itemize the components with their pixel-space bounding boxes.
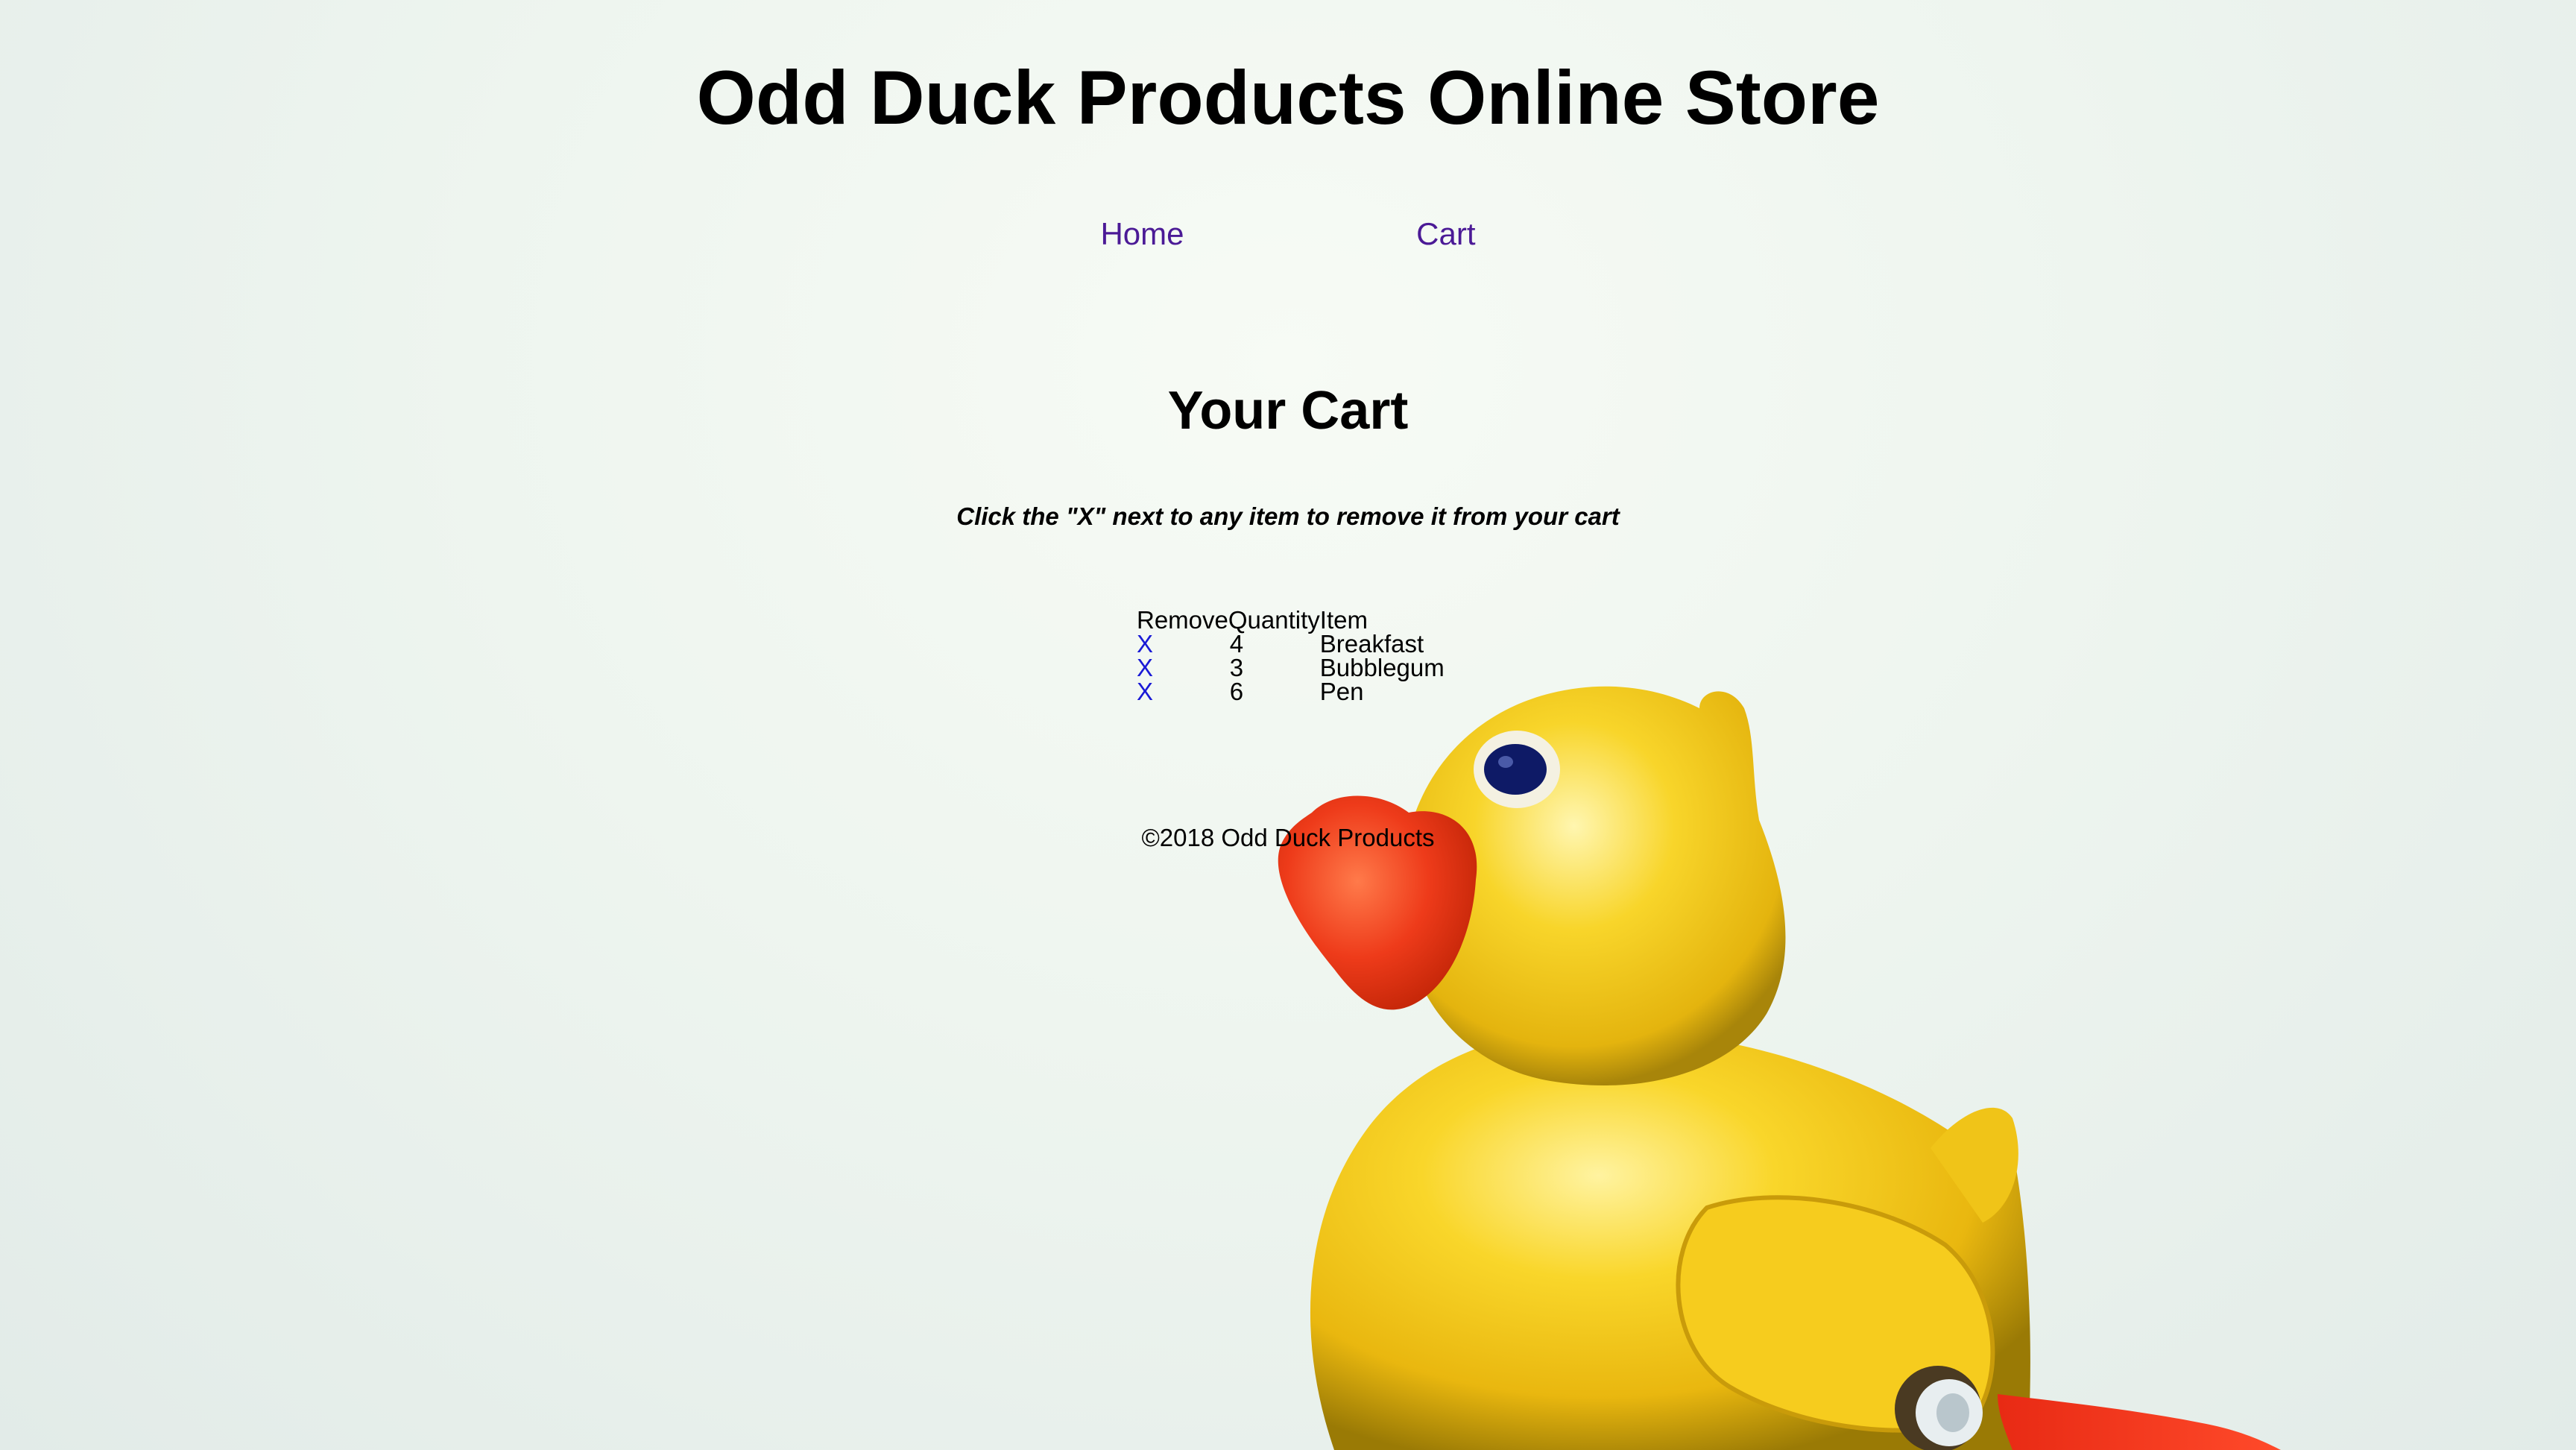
nav-cart-link[interactable]: Cart <box>1416 216 1475 252</box>
column-header-quantity: Quantity <box>1228 606 1320 634</box>
remove-item-button[interactable]: X <box>1137 678 1153 705</box>
table-row: X 4 Breakfast <box>1137 630 1447 658</box>
column-header-remove: Remove <box>1137 606 1228 634</box>
quantity-cell: 6 <box>1228 678 1320 705</box>
table-row: X 6 Pen <box>1137 678 1447 705</box>
item-cell: Breakfast <box>1319 630 1424 658</box>
page-frame: Odd Duck Products Online Store Home Cart… <box>0 0 2576 1450</box>
cart-table-header-row: Remove Quantity Item <box>1137 608 1447 632</box>
quantity-cell: 4 <box>1228 630 1320 658</box>
quantity-value: 4 <box>1229 630 1244 658</box>
nav-home-link[interactable]: Home <box>1100 216 1184 252</box>
column-header-item: Item <box>1319 606 1368 634</box>
cart-table: Remove Quantity Item X 4 Breakfast X 3 B… <box>1137 608 1447 704</box>
site-title: Odd Duck Products Online Store <box>696 55 1880 140</box>
cart-heading: Your Cart <box>1167 381 1409 441</box>
remove-cell: X <box>1137 678 1228 705</box>
quantity-value: 6 <box>1229 678 1244 705</box>
remove-cell: X <box>1137 655 1228 680</box>
item-cell: Bubblegum <box>1319 654 1445 681</box>
remove-cell: X <box>1137 631 1228 656</box>
table-row: X 3 Bubblegum <box>1137 654 1447 681</box>
item-cell: Pen <box>1319 678 1364 705</box>
quantity-cell: 3 <box>1228 654 1320 681</box>
main-nav: Home Cart <box>0 216 2576 252</box>
cart-instructions: Click the "X" next to any item to remove… <box>956 502 1620 530</box>
quantity-value: 3 <box>1229 654 1244 681</box>
footer-copyright: ©2018 Odd Duck Products <box>1141 824 1435 851</box>
